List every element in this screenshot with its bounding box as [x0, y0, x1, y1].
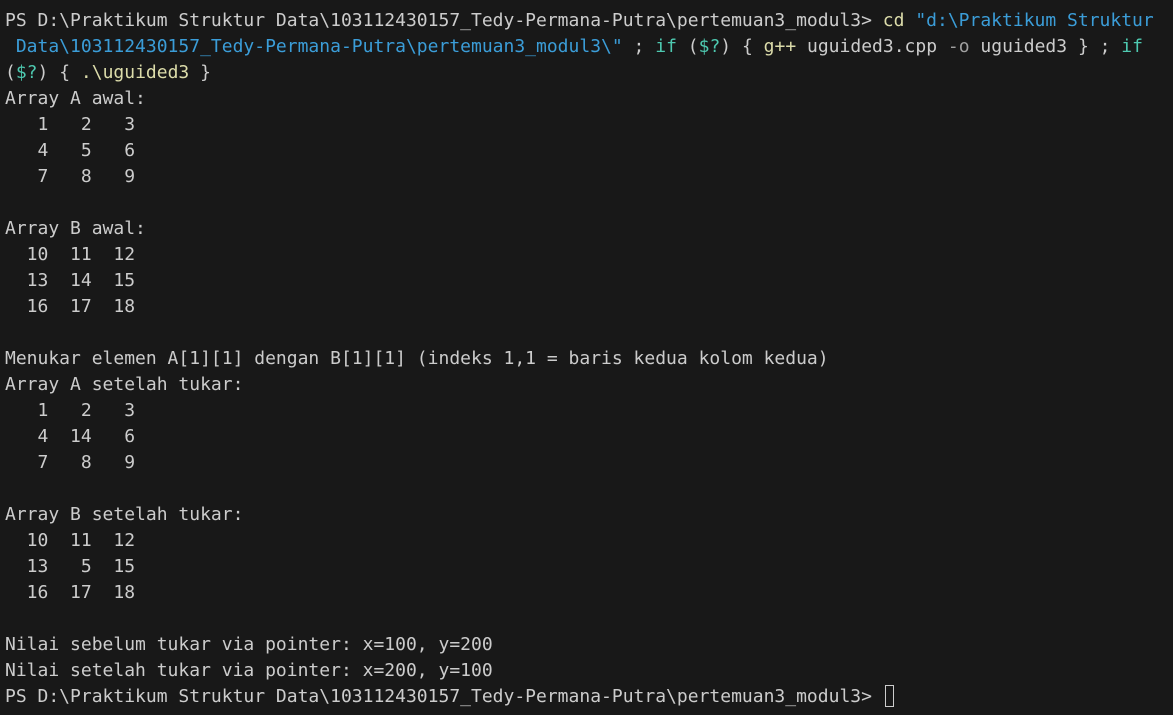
cd-command: cd	[882, 10, 905, 31]
command-line-2: Data\103112430157_Tedy-Permana-Putra\per…	[5, 34, 1173, 60]
output-line: Nilai sebelum tukar via pointer: x=100, …	[5, 634, 493, 655]
output-name: uguided3 } ;	[969, 36, 1122, 57]
output-line: 10 11 12	[5, 244, 136, 265]
cd-path-part2: Data\103112430157_Tedy-Permana-Putra\per…	[5, 36, 623, 57]
text-cursor	[884, 685, 894, 707]
final-prompt: PS D:\Praktikum Struktur Data\1031124301…	[5, 686, 883, 707]
condition-open-2: (	[5, 62, 16, 83]
command-line-3: ($?) { .\uguided3 }	[5, 60, 1173, 86]
output-line: 4 5 6	[5, 140, 136, 161]
output-line: 16 17 18	[5, 582, 136, 603]
separator: ;	[622, 36, 656, 57]
output-line: 16 17 18	[5, 296, 136, 317]
final-prompt-line[interactable]: PS D:\Praktikum Struktur Data\1031124301…	[5, 684, 1173, 710]
prompt: PS D:\Praktikum Struktur Data\1031124301…	[5, 10, 883, 31]
output-line: 4 14 6	[5, 426, 136, 447]
cd-path-part1: "d:\Praktikum Struktur	[904, 10, 1154, 31]
source-file: uguided3.cpp	[796, 36, 948, 57]
run-command: .\uguided3	[80, 62, 190, 83]
output-flag: -o	[947, 36, 970, 57]
condition-variable-2: $?	[15, 62, 38, 83]
output-line: 13 14 15	[5, 270, 136, 291]
command-line-1: PS D:\Praktikum Struktur Data\1031124301…	[5, 8, 1173, 34]
output-line: 10 11 12	[5, 530, 136, 551]
condition-open: (	[676, 36, 699, 57]
output-line: Menukar elemen A[1][1] dengan B[1][1] (i…	[5, 348, 829, 369]
output-line: 1 2 3	[5, 114, 136, 135]
output-line: 1 2 3	[5, 400, 136, 421]
condition-close: ) {	[720, 36, 764, 57]
output-line: Array A awal:	[5, 88, 146, 109]
condition-close-2: ) {	[37, 62, 81, 83]
output-line: 13 5 15	[5, 556, 136, 577]
output-line: Nilai setelah tukar via pointer: x=200, …	[5, 660, 493, 681]
output-line: 7 8 9	[5, 452, 136, 473]
output-line: 7 8 9	[5, 166, 136, 187]
if-keyword: if	[655, 36, 677, 57]
run-close: }	[189, 62, 211, 83]
condition-variable: $?	[698, 36, 721, 57]
output-line: Array A setelah tukar:	[5, 374, 244, 395]
output-line: Array B awal:	[5, 218, 146, 239]
if-keyword-2: if	[1121, 36, 1143, 57]
compiler-command: g++	[763, 36, 797, 57]
output-line: Array B setelah tukar:	[5, 504, 244, 525]
terminal-window[interactable]: PS D:\Praktikum Struktur Data\1031124301…	[0, 0, 1173, 715]
